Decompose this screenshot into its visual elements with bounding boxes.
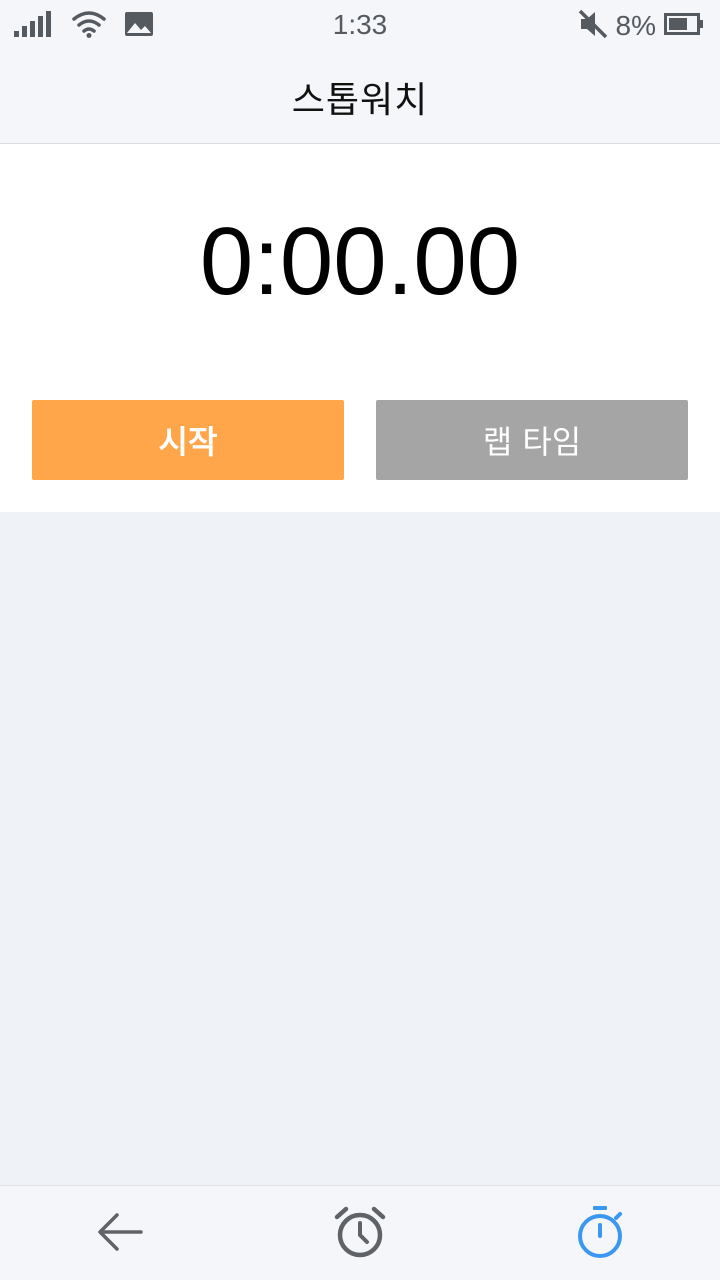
lap-time-button[interactable]: 랩 타임	[376, 400, 688, 480]
alarm-tab[interactable]	[332, 1206, 388, 1262]
elapsed-time-display: 0:00.00	[199, 208, 521, 315]
app-header: 스톱워치	[0, 50, 720, 144]
stopwatch-tab[interactable]	[572, 1206, 628, 1262]
battery-percent: 8%	[615, 10, 656, 41]
back-button[interactable]	[92, 1206, 148, 1262]
start-button[interactable]: 시작	[32, 400, 344, 480]
stopwatch-panel: 0:00.00 시작 랩 타임	[0, 144, 720, 512]
alarm-clock-icon	[334, 1206, 386, 1262]
status-bar: 1:33 8%	[0, 0, 720, 50]
mute-icon	[578, 9, 608, 43]
back-icon	[97, 1211, 143, 1257]
stopwatch-icon	[574, 1205, 626, 1263]
lap-list-area	[0, 512, 720, 1185]
bottom-nav	[0, 1185, 720, 1280]
page-title: 스톱워치	[291, 79, 429, 121]
battery-icon	[664, 12, 704, 40]
